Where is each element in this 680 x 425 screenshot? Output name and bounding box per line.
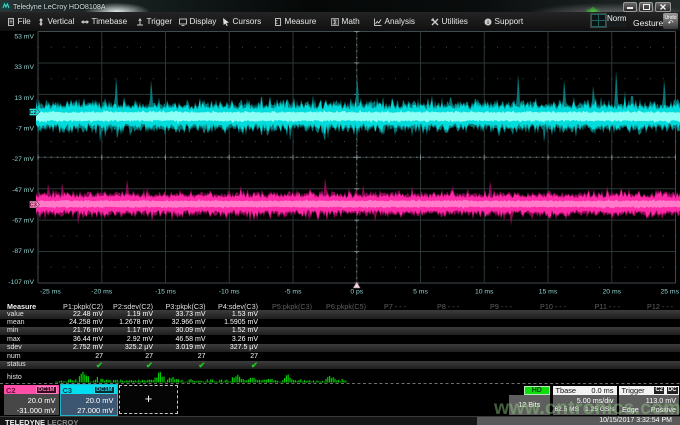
svg-text:10 ms: 10 ms [475,289,494,296]
svg-text:-5 ms: -5 ms [285,289,303,296]
svg-text:-67 mV: -67 mV [12,218,34,225]
svg-text:5 ms: 5 ms [413,289,428,296]
svg-text:13 mV: 13 mV [14,95,34,102]
svg-text:-15 ms: -15 ms [155,289,176,296]
svg-text:-27 mV: -27 mV [12,156,34,163]
svg-text:25 ms: 25 ms [660,289,679,296]
svg-text:-87 mV: -87 mV [12,248,34,255]
svg-text:-107 mV: -107 mV [8,279,34,286]
svg-text:-7 mV: -7 mV [16,126,35,133]
svg-text:0 ps: 0 ps [350,289,363,296]
svg-text:53 mV: 53 mV [14,33,34,40]
svg-text:33 mV: 33 mV [14,64,34,71]
svg-text:20 ms: 20 ms [603,289,622,296]
svg-text:C2: C2 [29,110,36,116]
svg-text:15 ms: 15 ms [539,289,558,296]
svg-text:C3: C3 [29,203,37,209]
svg-text:-10 ms: -10 ms [219,289,240,296]
svg-text:-47 mV: -47 mV [12,187,34,194]
svg-text:-25 ms: -25 ms [40,289,61,296]
svg-text:-20 ms: -20 ms [91,289,112,296]
